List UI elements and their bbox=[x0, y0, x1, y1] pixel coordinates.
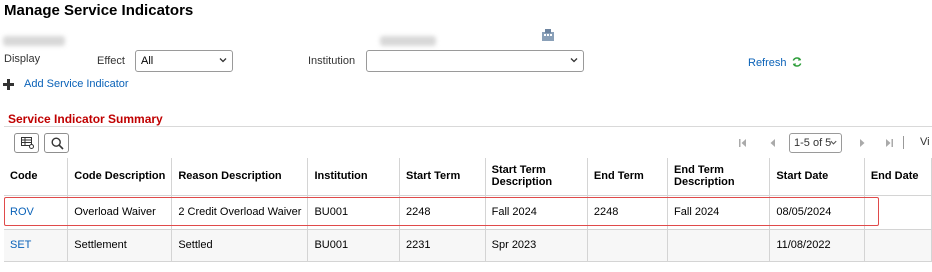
col-header[interactable]: End Date bbox=[864, 158, 932, 196]
display-label: Display bbox=[4, 53, 41, 65]
code-link[interactable]: ROV bbox=[4, 195, 69, 230]
table-cell bbox=[864, 195, 932, 230]
effect-select-value: All bbox=[141, 55, 154, 67]
code-link[interactable]: SET bbox=[4, 229, 69, 262]
col-header[interactable]: Code Description bbox=[67, 158, 173, 196]
table-row[interactable]: SET Settlement Settled BU001 2231 Spr 20… bbox=[4, 229, 932, 262]
pager-divider bbox=[903, 136, 904, 149]
col-header[interactable]: Start Date bbox=[769, 158, 865, 196]
table-cell: Fall 2024 bbox=[485, 195, 588, 230]
institution-select[interactable] bbox=[366, 50, 584, 72]
institution-label: Institution bbox=[308, 55, 356, 67]
redacted-name bbox=[3, 36, 65, 46]
page-range-select[interactable]: 1-5 of 5 bbox=[789, 133, 842, 153]
effect-label: Effect bbox=[97, 55, 125, 67]
search-icon bbox=[51, 137, 64, 150]
table-cell: 2248 bbox=[399, 195, 486, 230]
col-header[interactable]: Reason Description bbox=[171, 158, 309, 196]
table-cell: 11/08/2022 bbox=[769, 229, 865, 262]
previous-page-icon[interactable] bbox=[768, 138, 778, 148]
table-cell: Spr 2023 bbox=[485, 229, 588, 262]
table-cell: Settlement bbox=[67, 229, 173, 262]
plus-icon[interactable] bbox=[3, 78, 14, 90]
table-cell: BU001 bbox=[307, 229, 401, 262]
first-page-icon[interactable] bbox=[738, 138, 748, 148]
table-cell: Settled bbox=[171, 229, 309, 262]
refresh-link[interactable]: Refresh bbox=[748, 57, 787, 69]
table-cell: 08/05/2024 bbox=[769, 195, 865, 230]
page-title: Manage Service Indicators bbox=[4, 2, 194, 19]
table-cell: 2 Credit Overload Waiver bbox=[171, 195, 309, 230]
find-button[interactable] bbox=[44, 133, 69, 153]
page-range-value: 1-5 of 5 bbox=[794, 137, 832, 149]
add-service-indicator-link[interactable]: Add Service Indicator bbox=[24, 78, 129, 90]
grid-settings-icon bbox=[21, 137, 34, 149]
table-header-row: Code Code Description Reason Description… bbox=[4, 158, 932, 196]
redacted-id bbox=[380, 36, 436, 46]
refresh-icon[interactable] bbox=[791, 56, 803, 68]
col-header[interactable]: Institution bbox=[307, 158, 401, 196]
col-header[interactable]: Start Term bbox=[399, 158, 486, 196]
section-title: Service Indicator Summary bbox=[8, 112, 163, 126]
table-row[interactable]: ROV Overload Waiver 2 Credit Overload Wa… bbox=[4, 195, 932, 230]
grid-view-button[interactable] bbox=[14, 133, 39, 153]
col-header[interactable]: End Term bbox=[587, 158, 669, 196]
table-cell: Overload Waiver bbox=[67, 195, 173, 230]
add-service-indicator[interactable]: Add Service Indicator bbox=[3, 78, 129, 90]
col-header[interactable]: Start Term Description bbox=[485, 158, 588, 196]
last-page-icon[interactable] bbox=[884, 138, 894, 148]
chevron-down-icon bbox=[830, 140, 837, 145]
table-cell: 2231 bbox=[399, 229, 486, 262]
table-cell bbox=[587, 229, 669, 262]
col-header[interactable]: Code bbox=[4, 158, 69, 196]
table-cell bbox=[864, 229, 932, 262]
building-icon[interactable] bbox=[541, 29, 555, 41]
table-cell: Fall 2024 bbox=[667, 195, 771, 230]
chevron-down-icon bbox=[219, 58, 227, 63]
effect-select[interactable]: All bbox=[135, 50, 233, 72]
next-page-icon[interactable] bbox=[857, 138, 867, 148]
table-cell: BU001 bbox=[307, 195, 401, 230]
chevron-down-icon bbox=[570, 58, 578, 63]
view-all-link[interactable]: Vi bbox=[920, 136, 930, 148]
col-header[interactable]: End Term Description bbox=[667, 158, 771, 196]
table-cell bbox=[667, 229, 771, 262]
service-indicator-table: Code Code Description Reason Description… bbox=[4, 158, 932, 262]
table-cell: 2248 bbox=[587, 195, 669, 230]
